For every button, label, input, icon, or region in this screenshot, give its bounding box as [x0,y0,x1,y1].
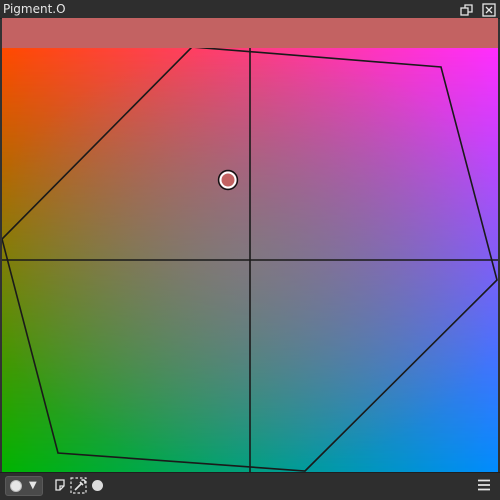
color-selector-handle[interactable] [219,171,237,189]
color-plane[interactable] [2,48,498,472]
note-icon[interactable] [52,477,68,493]
shape-selector-button[interactable]: ▼ [5,476,43,496]
dot-icon[interactable] [92,480,103,491]
color-canvas[interactable] [2,18,498,472]
menu-icon[interactable] [476,477,492,493]
eyedropper-select-icon[interactable] [70,477,87,494]
circle-icon [10,480,22,492]
panel-title: Pigment.O [3,2,66,16]
pigment-o-panel: Pigment.O ▼ [0,0,500,500]
bottom-toolbar: ▼ [0,472,500,500]
float-icon[interactable] [460,2,474,16]
close-icon[interactable] [482,2,496,17]
gamut-overlay [2,48,498,472]
selected-color-strip[interactable] [2,18,498,48]
chevron-down-icon: ▼ [29,480,37,491]
title-bar: Pigment.O [0,0,500,19]
